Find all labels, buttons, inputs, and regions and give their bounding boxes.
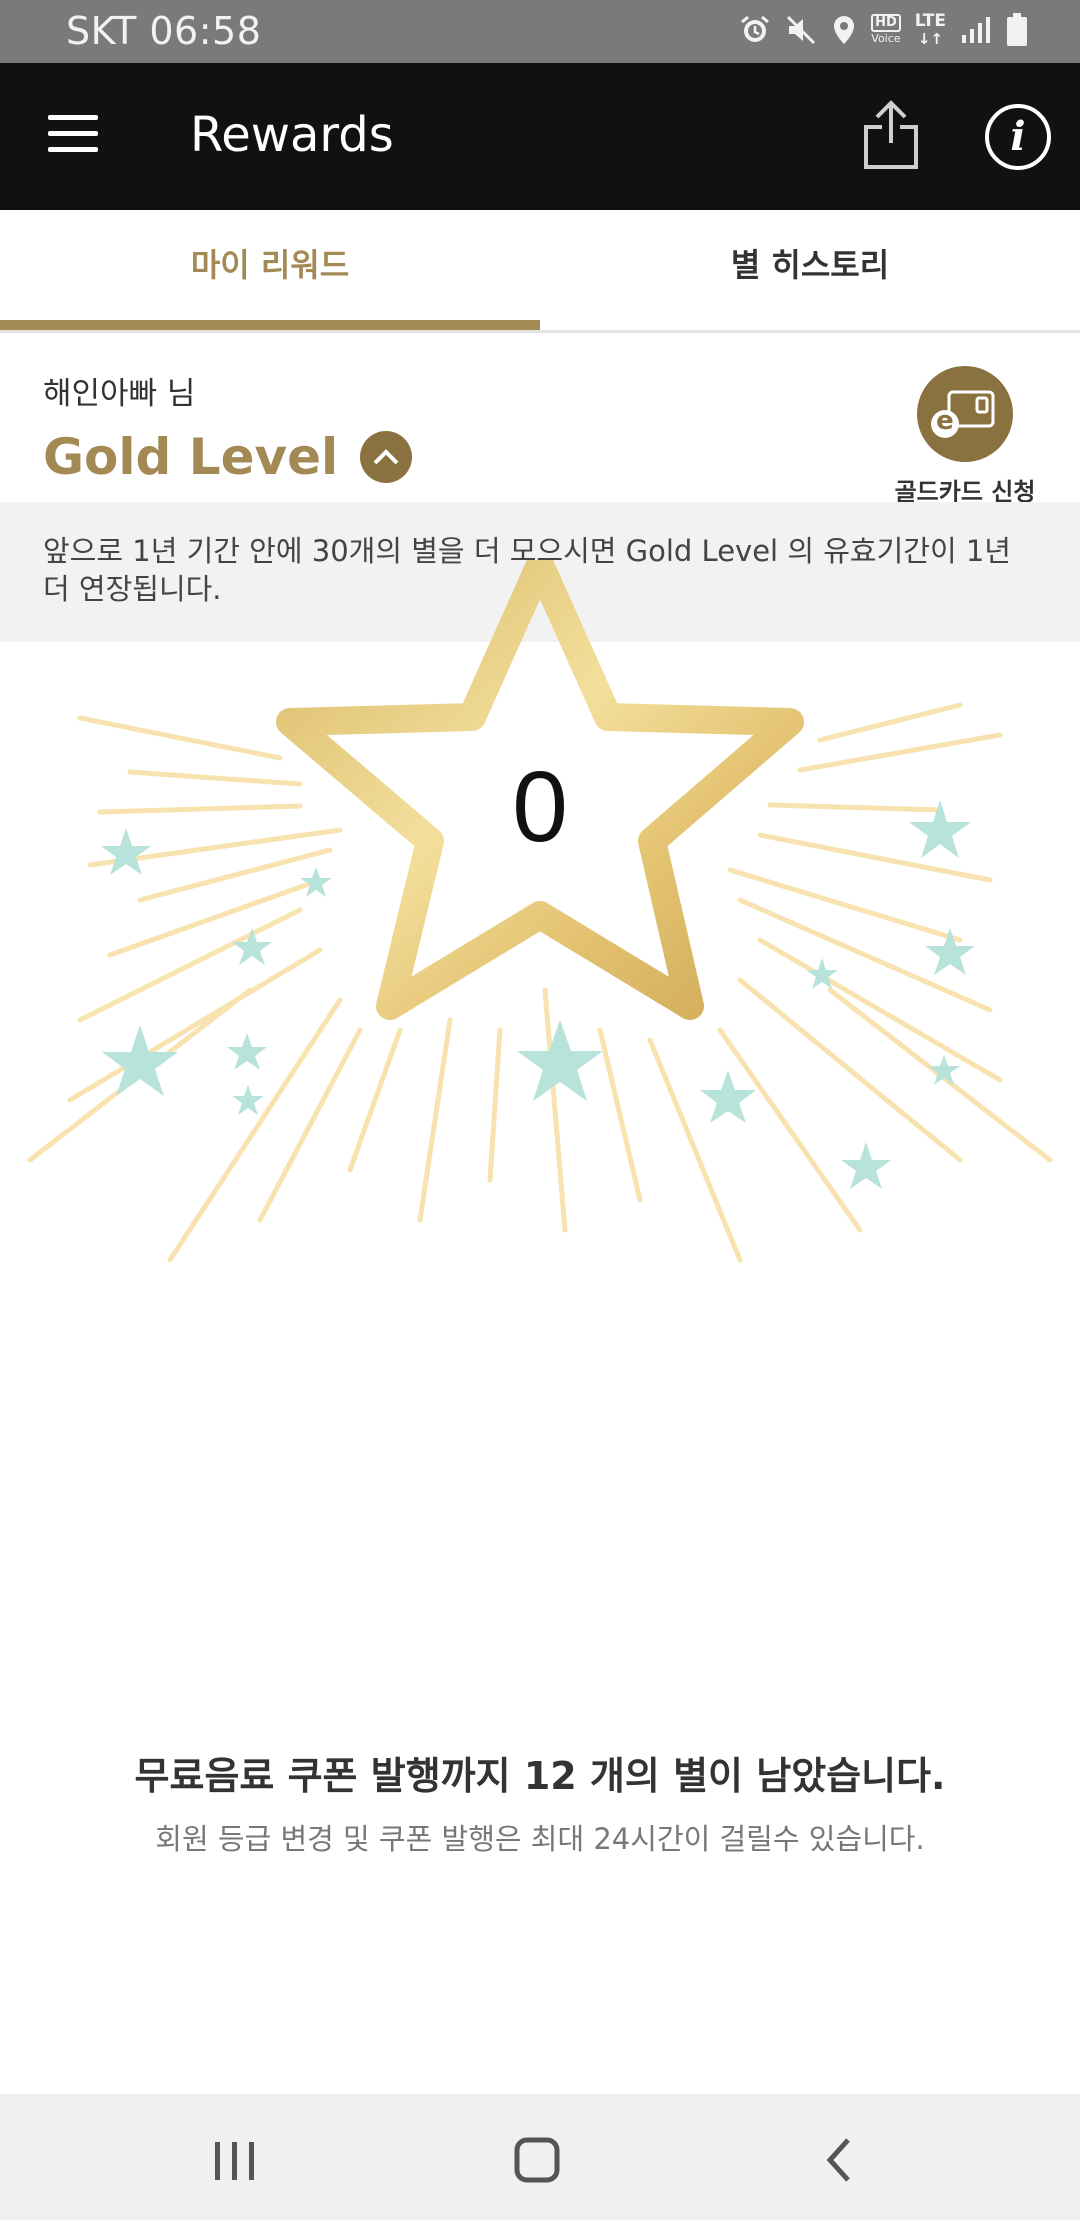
hd-voice-icon: HD Voice — [871, 14, 901, 46]
page-title: Rewards — [190, 107, 394, 163]
voice-label: Voice — [871, 32, 901, 45]
star-count: 0 — [512, 751, 568, 863]
gold-card-glyph: e — [936, 406, 954, 436]
status-bar: SKT 06:58 HD Voice LTE ↓↑ — [0, 0, 1080, 63]
level-row: Gold Level — [43, 428, 413, 486]
signal-icon — [962, 17, 990, 43]
home-icon[interactable] — [507, 2130, 567, 2190]
tab-indicator — [0, 320, 540, 330]
recent-apps-icon[interactable] — [205, 2130, 265, 2190]
menu-icon[interactable] — [48, 115, 98, 153]
share-icon[interactable] — [862, 99, 920, 171]
back-icon[interactable] — [810, 2130, 870, 2190]
system-nav-bar — [0, 2094, 1080, 2220]
mute-icon — [787, 15, 816, 45]
lte-icon: LTE ↓↑ — [914, 11, 946, 48]
coupon-remaining-text: 무료음료 쿠폰 발행까지 12 개의 별이 남았습니다. — [134, 1754, 946, 1798]
status-icons: HD Voice LTE ↓↑ — [739, 12, 1028, 48]
location-icon — [834, 16, 855, 44]
tab-star-history[interactable]: 별 히스토리 — [540, 210, 1080, 330]
gold-card-icon: e — [917, 366, 1013, 462]
level-toggle-button[interactable] — [360, 431, 413, 483]
battery-icon — [1007, 13, 1027, 46]
carrier-time: SKT 06:58 — [66, 9, 262, 53]
star-graphic — [27, 560, 1053, 1263]
tab-my-rewards[interactable]: 마이 리워드 — [0, 210, 540, 330]
tab-bar: 마이 리워드 별 히스토리 — [0, 210, 1080, 333]
alarm-icon — [741, 15, 770, 42]
info-icon[interactable]: i — [985, 104, 1051, 170]
chevron-up-icon — [373, 449, 399, 465]
hd-label: HD — [871, 14, 901, 32]
level-name: Gold Level — [43, 428, 339, 486]
gold-card-apply-button[interactable]: e 골드카드 신청 — [880, 366, 1050, 507]
user-name: 해인아빠 님 — [43, 376, 196, 412]
app-bar: Rewards i — [0, 63, 1080, 210]
coupon-sub-text: 회원 등급 변경 및 쿠폰 발행은 최대 24시간이 걸릴수 있습니다. — [155, 1822, 925, 1856]
lte-label: LTE — [914, 11, 946, 31]
